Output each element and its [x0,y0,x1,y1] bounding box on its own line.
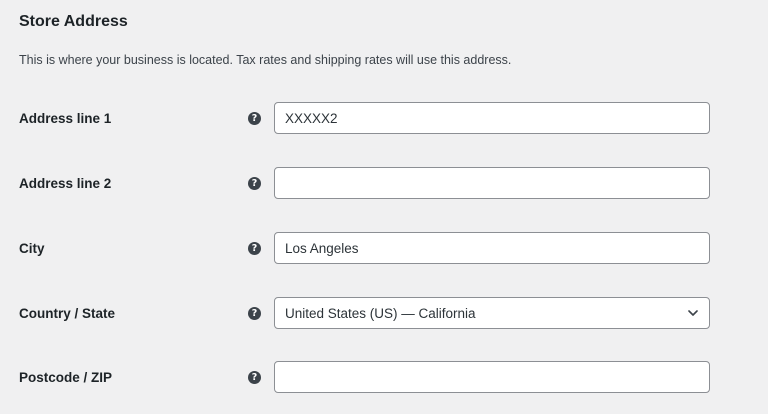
postcode-label: Postcode / ZIP [19,370,113,385]
postcode-row: Postcode / ZIP ? [0,361,768,395]
question-circle-icon[interactable]: ? [248,307,261,320]
address-line-1-input[interactable] [274,102,710,134]
address-line-1-label: Address line 1 [19,111,112,126]
postcode-input[interactable] [274,361,710,393]
city-row: City ? [0,232,768,266]
country-state-select[interactable]: United States (US) — California [274,297,710,329]
address-line-2-label: Address line 2 [19,176,112,191]
question-circle-icon[interactable]: ? [248,177,261,190]
question-circle-icon[interactable]: ? [248,242,261,255]
country-state-label: Country / State [19,306,116,321]
city-label: City [19,241,45,256]
country-state-selected-value: United States (US) — California [285,306,476,321]
section-title: Store Address [19,13,128,30]
store-address-panel: Store Address This is where your busines… [0,0,768,414]
address-line-2-row: Address line 2 ? [0,167,768,201]
address-line-2-input[interactable] [274,167,710,199]
city-input[interactable] [274,232,710,264]
country-state-row: Country / State ? United States (US) — C… [0,297,768,331]
chevron-down-icon [688,310,698,316]
question-circle-icon[interactable]: ? [248,112,261,125]
question-circle-icon[interactable]: ? [248,371,261,384]
section-description: This is where your business is located. … [19,53,512,67]
address-line-1-row: Address line 1 ? [0,102,768,136]
